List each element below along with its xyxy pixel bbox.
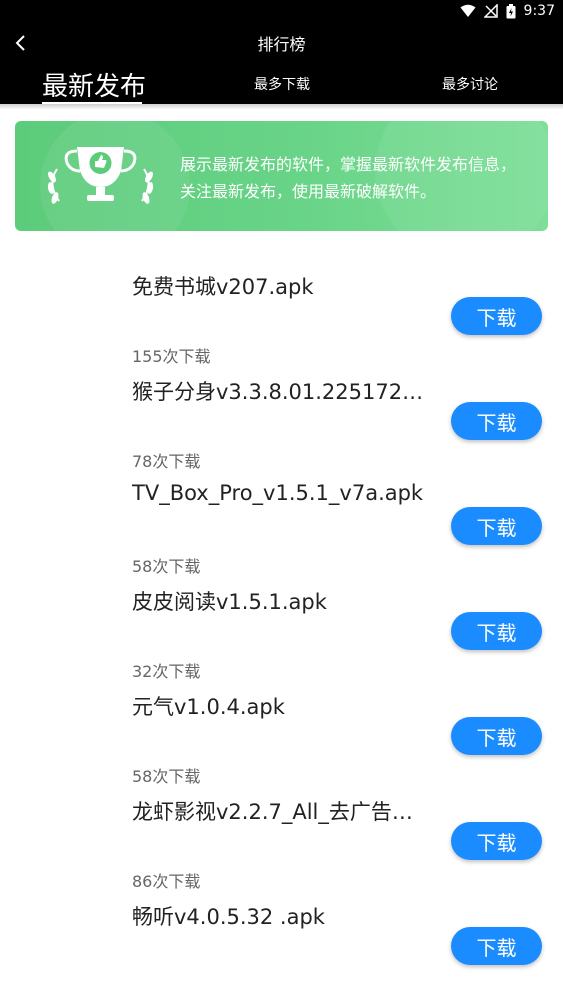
- list-item: TV_Box_Pro_v1.5.1_v7a.apk 下载 58次下载: [0, 465, 563, 576]
- app-list: 免费书城v207.apk 下载 155次下载 猴子分身v3.3.8.01.225…: [0, 255, 563, 990]
- tab-most-discussed[interactable]: 最多讨论: [420, 66, 520, 102]
- download-button[interactable]: 下载: [451, 927, 542, 965]
- status-bar: 9:37: [0, 0, 563, 24]
- list-item: 猴子分身v3.3.8.01.2251723… 下载 78次下载: [0, 360, 563, 471]
- download-button[interactable]: 下载: [451, 507, 542, 545]
- info-banner: 展示最新发布的软件，掌握最新软件发布信息，关注最新发布，使用最新破解软件。: [15, 121, 548, 231]
- trophy-icon: [47, 147, 154, 204]
- download-button[interactable]: 下载: [451, 402, 542, 440]
- status-time: 9:37: [523, 3, 555, 19]
- download-button[interactable]: 下载: [451, 717, 542, 755]
- banner-text: 展示最新发布的软件，掌握最新软件发布信息，关注最新发布，使用最新破解软件。: [180, 155, 517, 201]
- list-item: 元气v1.0.4.apk 下载 58次下载: [0, 675, 563, 786]
- page-title: 排行榜: [257, 35, 306, 54]
- battery-icon: [506, 3, 516, 19]
- tab-most-downloaded[interactable]: 最多下载: [232, 66, 332, 102]
- list-item: 皮皮阅读v1.5.1.apk 下载 32次下载: [0, 570, 563, 681]
- list-item: 免费书城v207.apk 下载 155次下载: [0, 255, 563, 366]
- app-name[interactable]: 免费书城v207.apk: [132, 271, 432, 301]
- app-name[interactable]: 畅听v4.0.5.32 .apk: [132, 901, 432, 931]
- app-name[interactable]: 猴子分身v3.3.8.01.2251723…: [132, 376, 432, 406]
- download-button[interactable]: 下载: [451, 822, 542, 860]
- app-bar-shadow: [0, 104, 563, 110]
- signal-icon: [483, 4, 498, 18]
- list-item: 畅听v4.0.5.32 .apk 下载: [0, 885, 563, 990]
- wifi-icon: [460, 4, 476, 18]
- download-button[interactable]: 下载: [451, 297, 542, 335]
- tab-latest[interactable]: 最新发布: [36, 66, 152, 102]
- tab-bar: 最新发布 最多下载 最多讨论: [0, 66, 563, 105]
- list-item: 龙虾影视v2.2.7_All_去广告… 下载 86次下载: [0, 780, 563, 891]
- app-bar: 排行榜 最新发布 最多下载 最多讨论: [0, 24, 563, 105]
- app-name[interactable]: 皮皮阅读v1.5.1.apk: [132, 586, 432, 616]
- download-button[interactable]: 下载: [451, 612, 542, 650]
- app-name[interactable]: TV_Box_Pro_v1.5.1_v7a.apk: [132, 481, 432, 505]
- app-name[interactable]: 元气v1.0.4.apk: [132, 691, 432, 721]
- app-name[interactable]: 龙虾影视v2.2.7_All_去广告…: [132, 796, 432, 826]
